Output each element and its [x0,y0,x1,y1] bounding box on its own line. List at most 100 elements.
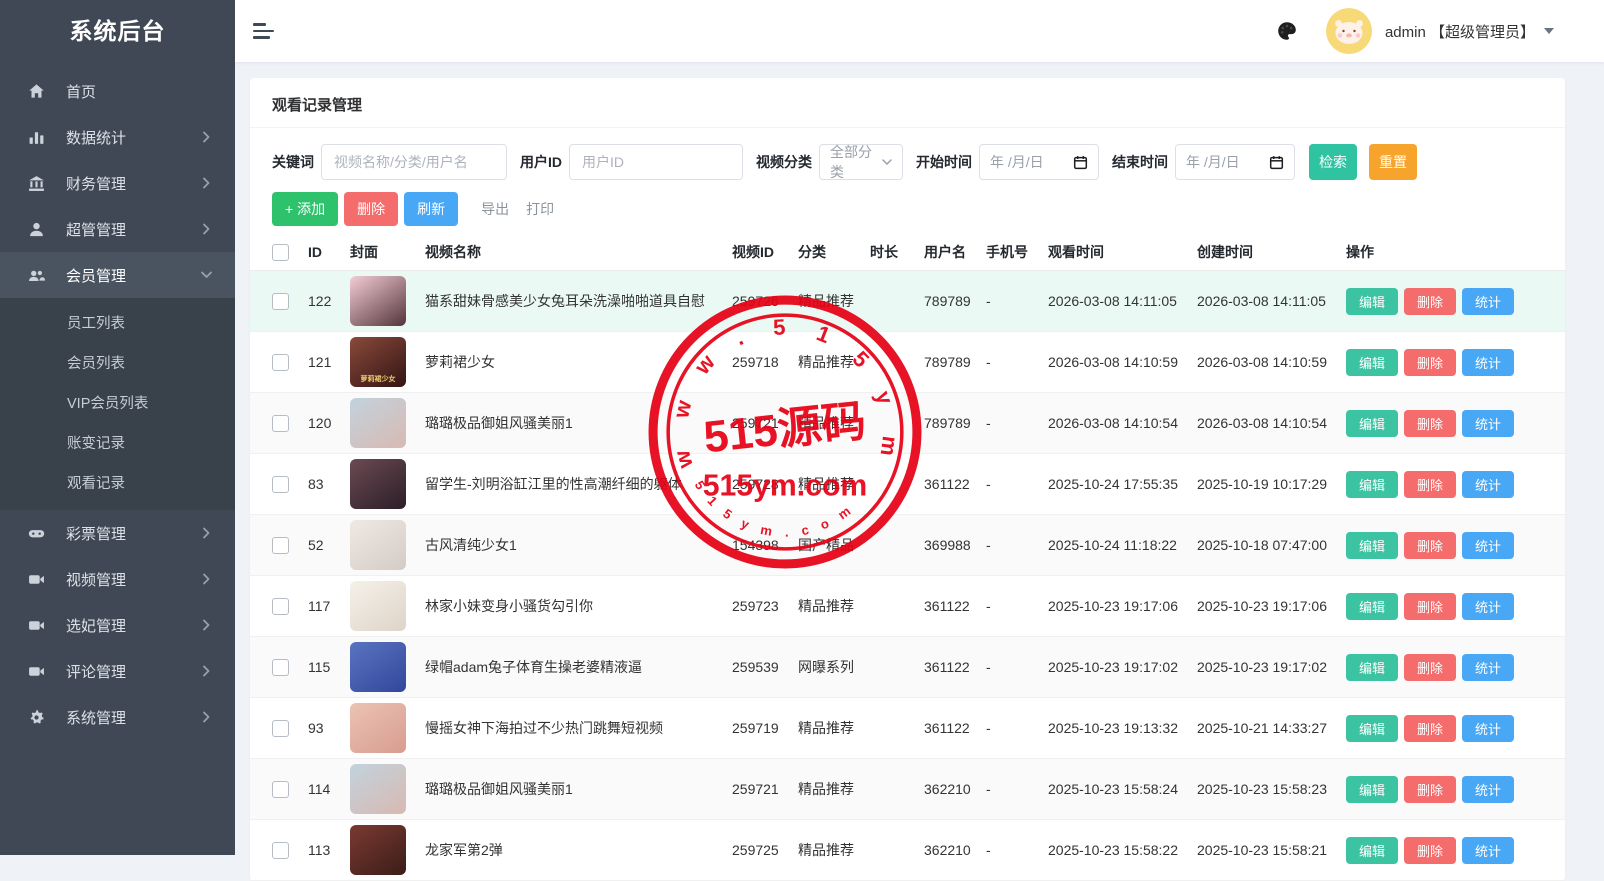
table-row: 114璐璐极品御姐风骚美丽1259721精品推荐362210-2025-10-2… [250,759,1565,820]
video-thumbnail[interactable] [350,703,406,753]
edit-button[interactable]: 编辑 [1346,532,1398,559]
stats-button[interactable]: 统计 [1462,837,1514,864]
stats-button[interactable]: 统计 [1462,349,1514,376]
refresh-button[interactable]: 刷新 [404,192,458,226]
sidebar-item-concubine[interactable]: 选妃管理 [0,602,235,648]
sidebar-item-stats[interactable]: 数据统计 [0,114,235,160]
row-checkbox[interactable] [272,598,289,615]
sidebar-subitem-member-list[interactable]: 会员列表 [0,344,235,384]
stats-button[interactable]: 统计 [1462,715,1514,742]
sidebar-item-members[interactable]: 会员管理 [0,252,235,298]
delete-button[interactable]: 删除 [1404,776,1456,803]
row-checkbox[interactable] [272,659,289,676]
sidebar-item-superadmin[interactable]: 超管管理 [0,206,235,252]
delete-button[interactable]: 删除 [1404,410,1456,437]
row-checkbox[interactable] [272,476,289,493]
export-button[interactable]: 导出 [481,199,509,219]
end-date-input[interactable]: 年 /月/日 [1175,144,1295,180]
delete-button[interactable]: 删除 [1404,654,1456,681]
sidebar-subitem-staff-list[interactable]: 员工列表 [0,304,235,344]
edit-button[interactable]: 编辑 [1346,715,1398,742]
delete-button[interactable]: 删除 [1404,837,1456,864]
stats-button[interactable]: 统计 [1462,593,1514,620]
sidebar-subitem-vip-member-list[interactable]: VIP会员列表 [0,384,235,424]
edit-button[interactable]: 编辑 [1346,654,1398,681]
delete-button[interactable]: 删除 [344,192,398,226]
stats-button[interactable]: 统计 [1462,471,1514,498]
column-header: 视频ID [732,242,798,262]
theme-palette-icon[interactable] [1276,20,1298,42]
search-button[interactable]: 检索 [1309,144,1357,180]
sidebar-item-lottery[interactable]: 彩票管理 [0,510,235,556]
cell-video-id: 259718 [732,354,798,370]
stats-button[interactable]: 统计 [1462,776,1514,803]
sidebar-item-finance[interactable]: 财务管理 [0,160,235,206]
userid-input[interactable] [569,144,743,180]
date-placeholder: 年 /月/日 [990,152,1044,172]
userid-label: 用户ID [520,152,562,172]
category-select[interactable]: 全部分类 [819,144,903,180]
keyword-label: 关键词 [272,152,314,172]
table-row: 113龙家军第2弹259725精品推荐362210-2025-10-23 15:… [250,820,1565,881]
cell-cover [350,276,425,326]
stats-button[interactable]: 统计 [1462,532,1514,559]
delete-button[interactable]: 删除 [1404,349,1456,376]
sidebar-item-comments[interactable]: 评论管理 [0,648,235,694]
video-thumbnail[interactable] [350,764,406,814]
print-button[interactable]: 打印 [526,199,554,219]
delete-button[interactable]: 删除 [1404,593,1456,620]
add-button[interactable]: + 添加 [272,192,338,226]
cell-watch-time: 2025-10-24 11:18:22 [1048,537,1197,553]
stats-button[interactable]: 统计 [1462,654,1514,681]
cell-id: 114 [308,781,350,797]
edit-button[interactable]: 编辑 [1346,288,1398,315]
video-thumbnail[interactable] [350,276,406,326]
sidebar-item-video[interactable]: 视频管理 [0,556,235,602]
edit-button[interactable]: 编辑 [1346,471,1398,498]
video-thumbnail[interactable] [350,398,406,448]
stats-button[interactable]: 统计 [1462,410,1514,437]
row-checkbox[interactable] [272,415,289,432]
cell-watch-time: 2026-03-08 14:10:54 [1048,415,1197,431]
user-menu[interactable]: admin 【超级管理员】 [1276,8,1604,54]
start-date-input[interactable]: 年 /月/日 [979,144,1099,180]
edit-button[interactable]: 编辑 [1346,593,1398,620]
row-checkbox[interactable] [272,537,289,554]
calendar-icon[interactable] [1269,155,1284,170]
reset-button[interactable]: 重置 [1369,144,1417,180]
delete-button[interactable]: 删除 [1404,288,1456,315]
row-checkbox[interactable] [272,842,289,859]
delete-button[interactable]: 删除 [1404,715,1456,742]
admin-username[interactable]: admin 【超级管理员】 [1385,21,1535,42]
cell-title: 慢摇女神下海拍过不少热门跳舞短视频 [425,718,732,738]
sidebar-subitem-balance-records[interactable]: 账变记录 [0,424,235,464]
sidebar-item-system[interactable]: 系统管理 [0,694,235,740]
sidebar-item-home[interactable]: 首页 [0,68,235,114]
stats-button[interactable]: 统计 [1462,288,1514,315]
row-checkbox[interactable] [272,293,289,310]
delete-button[interactable]: 删除 [1404,532,1456,559]
edit-button[interactable]: 编辑 [1346,837,1398,864]
video-thumbnail[interactable] [350,825,406,875]
edit-button[interactable]: 编辑 [1346,349,1398,376]
user-icon [28,221,45,238]
delete-button[interactable]: 删除 [1404,471,1456,498]
menu-toggle-icon[interactable] [253,19,275,43]
avatar[interactable] [1326,8,1372,54]
thumbnail-caption: 萝莉裙少女 [350,374,406,384]
row-checkbox[interactable] [272,781,289,798]
video-thumbnail[interactable] [350,581,406,631]
video-thumbnail[interactable] [350,520,406,570]
video-thumbnail[interactable] [350,459,406,509]
keyword-input[interactable] [321,144,507,180]
sidebar-subitem-watch-records[interactable]: 观看记录 [0,464,235,504]
video-thumbnail[interactable] [350,642,406,692]
sidebar-item-label: 超管管理 [66,219,126,240]
row-checkbox[interactable] [272,720,289,737]
video-thumbnail[interactable]: 萝莉裙少女 [350,337,406,387]
select-all-checkbox[interactable] [272,244,289,261]
row-checkbox[interactable] [272,354,289,371]
edit-button[interactable]: 编辑 [1346,410,1398,437]
edit-button[interactable]: 编辑 [1346,776,1398,803]
calendar-icon[interactable] [1073,155,1088,170]
